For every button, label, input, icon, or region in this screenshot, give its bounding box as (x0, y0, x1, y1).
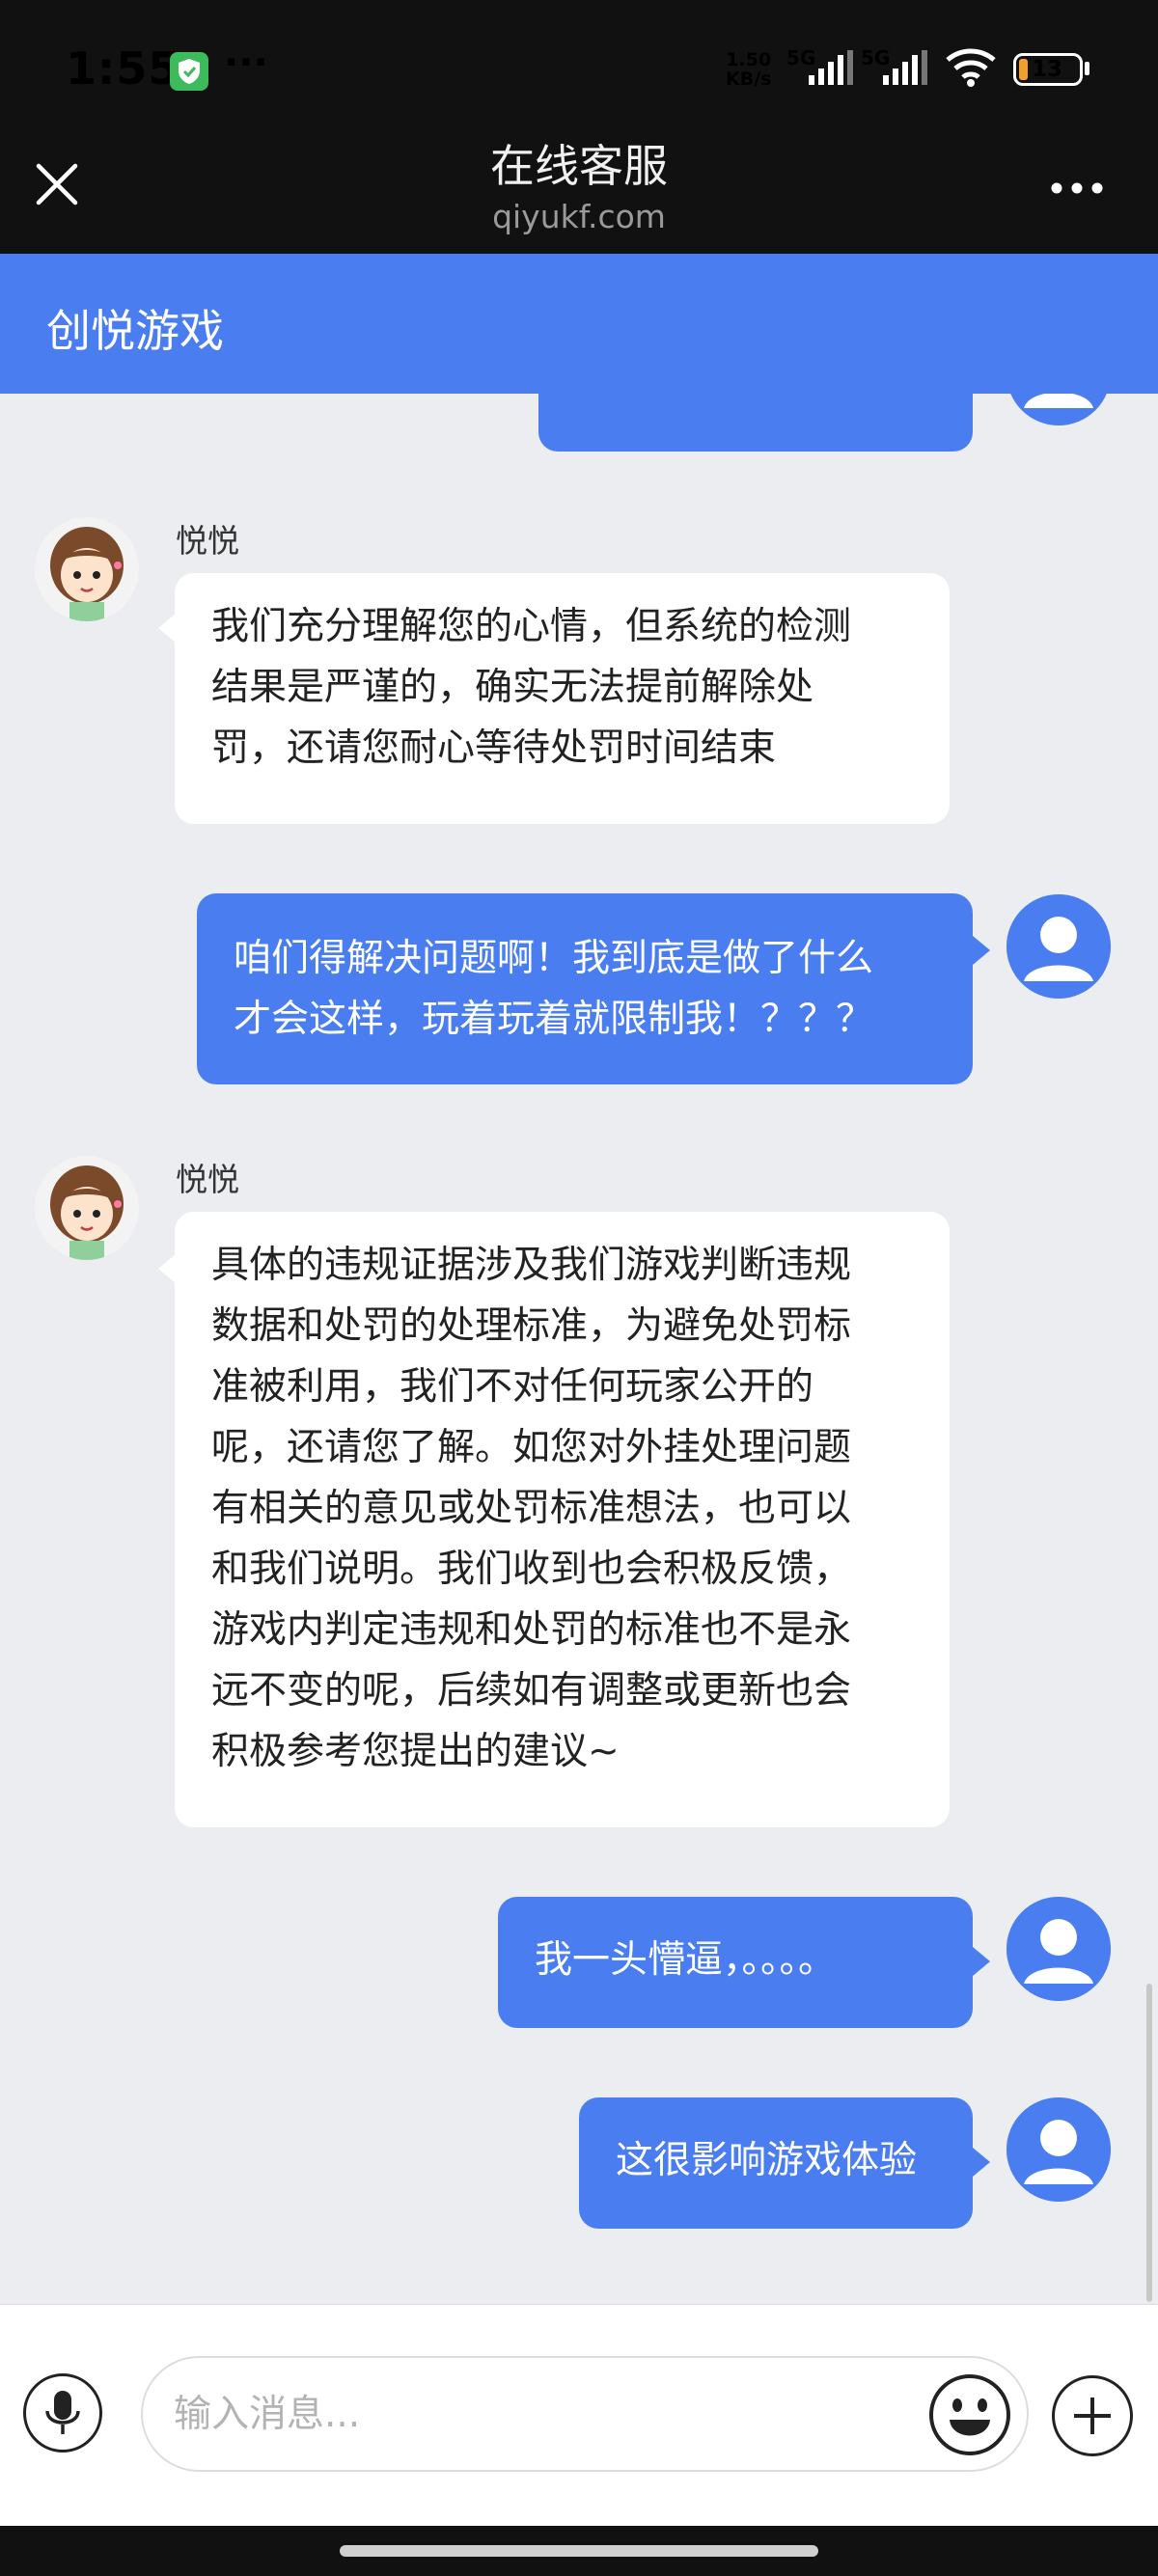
wifi-icon (946, 48, 996, 87)
more-options-icon[interactable] (1050, 181, 1104, 195)
home-indicator[interactable] (340, 2545, 818, 2557)
status-time: 1:55 (66, 42, 180, 95)
microphone-icon (45, 2391, 80, 2434)
company-header: 创悦游戏 (0, 254, 1158, 394)
message-bubble-user: 咱们得解决问题啊！我到底是做了什么 才会这样，玩着玩着就限制我！？？？ (197, 893, 973, 1084)
battery-icon: 13 (1013, 53, 1083, 86)
battery-percent: 13 (1032, 57, 1063, 82)
chat-scrollbar[interactable] (1146, 1984, 1152, 2302)
bubble-tail (158, 614, 176, 643)
message-bubble-agent: 我们充分理解您的心情，但系统的检测 结果是严谨的，确实无法提前解除处 罚，还请您… (175, 573, 950, 824)
user-avatar (1006, 1897, 1111, 2001)
signal-icon (883, 50, 927, 85)
user-avatar (1006, 894, 1111, 999)
message-bubble-user: 我一头懵逼，。。。。 (498, 1897, 973, 2028)
page-domain: qiyukf.com (492, 198, 666, 235)
battery-tip (1085, 62, 1089, 75)
user-avatar (1006, 2097, 1111, 2202)
plus-icon (1074, 2398, 1111, 2434)
bubble-tail (158, 1254, 176, 1283)
agent-avatar (35, 517, 139, 621)
message-bubble-user: 这很影响游戏体验 (579, 2097, 973, 2229)
agent-name: 悦悦 (176, 1161, 239, 1198)
bubble-tail (973, 2148, 990, 2177)
signal-icon (809, 50, 853, 85)
agent-avatar (35, 1156, 139, 1260)
page-title: 在线客服 (490, 140, 668, 192)
company-name: 创悦游戏 (46, 305, 224, 357)
chat-area[interactable]: 悦悦 我们充分理解您的心情，但系统的检测 结果是严谨的，确实无法提前解除处 罚，… (0, 394, 1158, 2304)
message-bubble-agent: 具体的违规证据涉及我们游戏判断违规 数据和处罚的处理标准，为避免处罚标 准被利用… (175, 1212, 950, 1827)
more-notifications-icon: ··· (224, 41, 268, 85)
message-bubble-user (538, 394, 973, 452)
bubble-tail (973, 936, 990, 965)
message-input[interactable] (141, 2356, 1029, 2472)
bubble-tail (973, 1947, 990, 1976)
battery-level (1019, 59, 1028, 80)
voice-input-button[interactable] (23, 2373, 102, 2453)
emoji-icon[interactable] (928, 2373, 1011, 2456)
network-speed-value: 1.50 (726, 49, 772, 70)
agent-name: 悦悦 (176, 522, 239, 560)
shield-icon (170, 52, 208, 91)
network-speed: 1.50 KB/s (726, 50, 771, 89)
network-speed-unit: KB/s (726, 69, 772, 90)
user-avatar (1006, 394, 1111, 425)
more-actions-button[interactable] (1052, 2375, 1133, 2456)
